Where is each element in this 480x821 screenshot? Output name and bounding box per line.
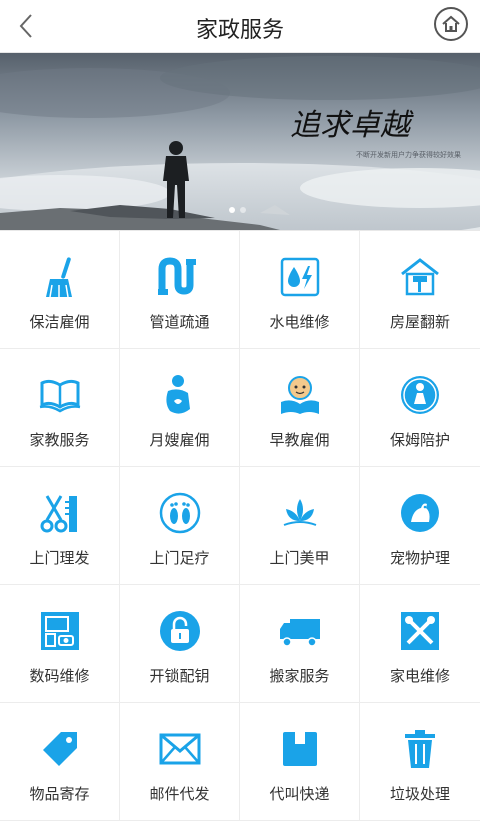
grid-item-label: 邮件代发 — [149, 785, 210, 803]
scissors-comb-icon — [36, 489, 84, 537]
devices-icon — [36, 607, 84, 655]
banner-tagline: 不断开发新用户力争获得较好效果 — [356, 150, 461, 159]
child-reading-icon — [276, 371, 324, 419]
grid-item-label: 代叫快递 — [269, 785, 330, 803]
grid-item-label: 垃圾处理 — [389, 785, 450, 803]
banner-calligraphy: 追求卓越 — [290, 108, 414, 143]
grid-item-storage[interactable]: 物品寄存 — [0, 703, 120, 821]
app-header: 家政服务 — [0, 0, 480, 53]
grid-item-pipe[interactable]: 管道疏通 — [120, 231, 240, 349]
grid-item-label: 早教雇佣 — [269, 431, 330, 449]
grid-item-moving[interactable]: 搬家服务 — [240, 585, 360, 703]
tag-icon — [36, 725, 84, 773]
grid-item-pet-care[interactable]: 宠物护理 — [360, 467, 480, 585]
grid-item-label: 管道疏通 — [149, 313, 210, 331]
grid-item-mail[interactable]: 邮件代发 — [120, 703, 240, 821]
promo-banner[interactable]: 追求卓越 不断开发新用户力争获得较好效果 — [0, 53, 480, 230]
house-paint-icon — [396, 253, 444, 301]
grid-item-label: 上门足疗 — [149, 549, 210, 567]
pet-icon — [396, 489, 444, 537]
tools-icon — [396, 607, 444, 655]
grid-item-label: 开锁配钥 — [149, 667, 210, 685]
service-grid: 保洁雇佣 管道疏通 水电维修 房屋翻新 家教服务 月嫂雇佣 早教雇佣 保姆陪护 … — [0, 230, 480, 821]
grid-item-appliance-repair[interactable]: 家电维修 — [360, 585, 480, 703]
lotus-icon — [276, 489, 324, 537]
grid-item-label: 保洁雇佣 — [29, 313, 90, 331]
nanny-icon — [396, 371, 444, 419]
grid-item-cleaning[interactable]: 保洁雇佣 — [0, 231, 120, 349]
envelope-icon — [156, 725, 204, 773]
grid-item-label: 上门美甲 — [269, 549, 330, 567]
grid-item-manicure[interactable]: 上门美甲 — [240, 467, 360, 585]
truck-icon — [276, 607, 324, 655]
grid-item-label: 宠物护理 — [389, 549, 450, 567]
grid-item-label: 月嫂雇佣 — [149, 431, 210, 449]
grid-item-locksmith[interactable]: 开锁配钥 — [120, 585, 240, 703]
grid-item-foot-massage[interactable]: 上门足疗 — [120, 467, 240, 585]
grid-item-renovation[interactable]: 房屋翻新 — [360, 231, 480, 349]
grid-item-digital-repair[interactable]: 数码维修 — [0, 585, 120, 703]
grid-item-water-electric[interactable]: 水电维修 — [240, 231, 360, 349]
grid-item-nanny[interactable]: 保姆陪护 — [360, 349, 480, 467]
broom-icon — [36, 253, 84, 301]
grid-item-garbage[interactable]: 垃圾处理 — [360, 703, 480, 821]
grid-item-tutoring[interactable]: 家教服务 — [0, 349, 120, 467]
grid-item-haircut[interactable]: 上门理发 — [0, 467, 120, 585]
banner-image: 追求卓越 不断开发新用户力争获得较好效果 — [0, 53, 480, 230]
grid-item-label: 搬家服务 — [269, 667, 330, 685]
grid-item-label: 保姆陪护 — [389, 431, 450, 449]
home-button[interactable] — [434, 7, 468, 41]
water-electric-icon — [276, 253, 324, 301]
grid-item-label: 家教服务 — [29, 431, 90, 449]
grid-item-maternity[interactable]: 月嫂雇佣 — [120, 349, 240, 467]
grid-item-courier[interactable]: 代叫快递 — [240, 703, 360, 821]
padlock-icon — [156, 607, 204, 655]
grid-item-label: 物品寄存 — [29, 785, 90, 803]
package-icon — [276, 725, 324, 773]
pipe-icon — [156, 253, 204, 301]
home-icon — [442, 15, 460, 32]
page-title: 家政服务 — [195, 18, 284, 43]
grid-item-early-education[interactable]: 早教雇佣 — [240, 349, 360, 467]
open-book-icon — [36, 371, 84, 419]
grid-item-label: 数码维修 — [29, 667, 90, 685]
grid-item-label: 水电维修 — [269, 313, 330, 331]
footprints-icon — [156, 489, 204, 537]
grid-item-label: 家电维修 — [389, 667, 450, 685]
mother-baby-icon — [156, 371, 204, 419]
grid-item-label: 房屋翻新 — [389, 313, 450, 331]
trash-icon — [396, 725, 444, 773]
grid-item-label: 上门理发 — [29, 549, 90, 567]
